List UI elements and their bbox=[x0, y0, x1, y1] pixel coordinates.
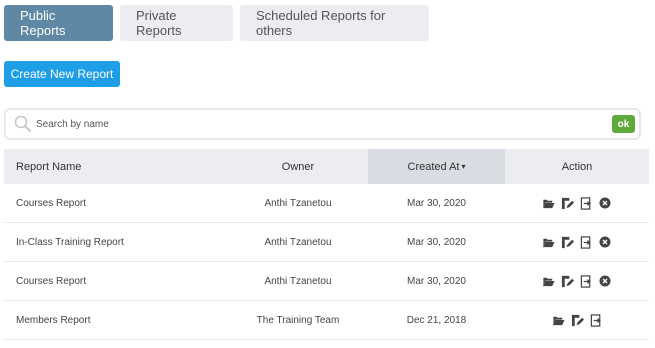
search-bar: ok bbox=[4, 108, 641, 140]
report-name-cell: Members Report bbox=[16, 314, 91, 326]
created-at-cell: Mar 30, 2020 bbox=[407, 197, 466, 209]
created-at-cell: Mar 30, 2020 bbox=[407, 236, 466, 248]
column-header-report-name[interactable]: Report Name bbox=[4, 149, 228, 184]
owner-cell: Anthi Tzanetou bbox=[264, 275, 332, 287]
tab-scheduled-reports[interactable]: Scheduled Reports for others bbox=[240, 5, 429, 41]
table-row: In-Class Training Report Anthi Tzanetou Ma… bbox=[4, 223, 649, 262]
action-cell bbox=[505, 301, 649, 339]
delete-report-icon[interactable] bbox=[599, 197, 612, 210]
search-icon bbox=[12, 113, 34, 135]
report-name-cell: Courses Report bbox=[16, 275, 87, 287]
edit-report-icon[interactable] bbox=[561, 275, 574, 288]
report-name-cell: In-Class Training Report bbox=[16, 236, 124, 248]
owner-cell: Anthi Tzanetou bbox=[264, 197, 332, 209]
column-header-owner[interactable]: Owner bbox=[228, 149, 368, 184]
delete-report-icon[interactable] bbox=[599, 275, 612, 288]
column-header-created-at[interactable]: Created At ▾ bbox=[368, 149, 505, 184]
tab-private-reports[interactable]: Private Reports bbox=[120, 5, 233, 41]
open-report-icon[interactable] bbox=[552, 314, 565, 327]
table-body: Courses Report Anthi Tzanetou Mar 30, 2020… bbox=[4, 184, 649, 340]
action-cell bbox=[505, 262, 649, 300]
create-new-report-button[interactable]: Create New Report bbox=[4, 61, 120, 87]
report-tabs: Public Reports Private Reports Scheduled… bbox=[4, 5, 429, 41]
table-header: Report Name Owner Created At ▾ Action bbox=[4, 149, 649, 184]
open-report-icon[interactable] bbox=[542, 236, 555, 249]
edit-report-icon[interactable] bbox=[571, 314, 584, 327]
export-report-icon[interactable] bbox=[580, 196, 593, 210]
table-row: Courses Report Anthi Tzanetou Mar 30, 2020 bbox=[4, 184, 649, 223]
open-report-icon[interactable] bbox=[542, 197, 555, 210]
search-input[interactable] bbox=[36, 114, 596, 134]
column-header-action: Action bbox=[561, 160, 593, 173]
edit-report-icon[interactable] bbox=[561, 236, 574, 249]
export-report-icon[interactable] bbox=[580, 274, 593, 288]
created-at-cell: Dec 21, 2018 bbox=[406, 314, 467, 326]
reports-table: Report Name Owner Created At ▾ Action Co… bbox=[4, 149, 649, 340]
export-report-icon[interactable] bbox=[590, 313, 603, 327]
export-report-icon[interactable] bbox=[580, 235, 593, 249]
table-row: Members Report The Training Team Dec 21, 2… bbox=[4, 301, 649, 340]
created-at-cell: Mar 30, 2020 bbox=[407, 275, 466, 287]
delete-report-icon[interactable] bbox=[599, 236, 612, 249]
table-row: Courses Report Anthi Tzanetou Mar 30, 2020 bbox=[4, 262, 649, 301]
edit-report-icon[interactable] bbox=[561, 197, 574, 210]
owner-cell: The Training Team bbox=[256, 314, 340, 326]
action-cell bbox=[505, 223, 649, 261]
report-name-cell: Courses Report bbox=[16, 197, 87, 209]
sort-caret-icon: ▾ bbox=[461, 162, 466, 171]
column-header-created-at-label: Created At bbox=[407, 160, 460, 173]
owner-cell: Anthi Tzanetou bbox=[264, 236, 332, 248]
action-cell bbox=[505, 184, 649, 222]
search-ok-button[interactable]: ok bbox=[612, 115, 635, 133]
tab-public-reports[interactable]: Public Reports bbox=[4, 5, 113, 41]
open-report-icon[interactable] bbox=[542, 275, 555, 288]
